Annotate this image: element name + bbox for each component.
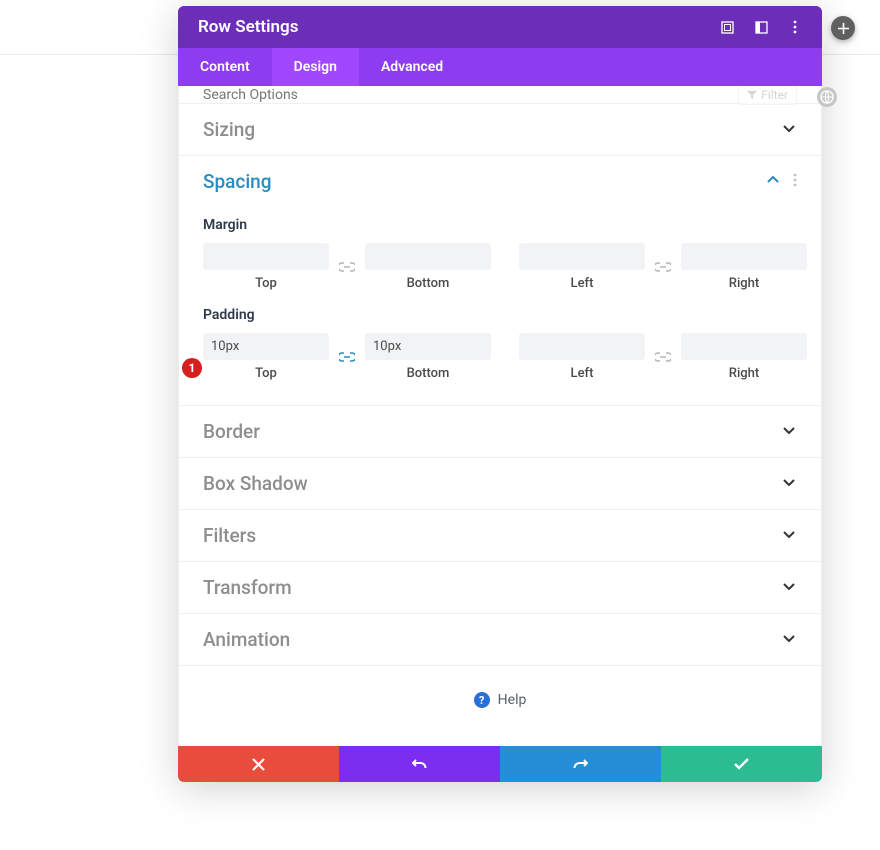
save-button[interactable]	[661, 746, 822, 782]
chevron-down-icon	[781, 630, 797, 650]
globe-icon	[820, 90, 834, 104]
search-bar: Filter	[179, 86, 821, 104]
close-icon	[252, 758, 265, 771]
side-label: Bottom	[407, 366, 450, 381]
tab-bar: Content Design Advanced	[178, 48, 822, 86]
section-title: Sizing	[203, 118, 255, 141]
header-actions	[720, 20, 802, 34]
row-settings-modal: Row Settings Content Design Advanced Fil…	[178, 6, 822, 782]
section-box-shadow: Box Shadow	[179, 458, 821, 510]
filter-icon	[747, 90, 757, 100]
expand-button[interactable]	[720, 20, 734, 34]
margin-right-input[interactable]	[681, 243, 807, 270]
side-label: Top	[255, 366, 277, 381]
section-header-box-shadow[interactable]: Box Shadow	[179, 458, 821, 509]
side-label: Right	[729, 366, 759, 381]
section-header-border[interactable]: Border	[179, 406, 821, 457]
padding-top-input[interactable]	[203, 333, 329, 360]
section-title: Border	[203, 420, 260, 443]
chevron-down-icon	[781, 422, 797, 442]
padding-right-input[interactable]	[681, 333, 807, 360]
section-sizing: Sizing	[179, 104, 821, 156]
undo-icon	[412, 757, 427, 772]
tab-content[interactable]: Content	[178, 48, 272, 86]
section-menu-button[interactable]	[793, 172, 797, 191]
link-toggle-padding-lr[interactable]	[655, 347, 671, 367]
chevron-down-icon	[781, 578, 797, 598]
section-border: Border	[179, 406, 821, 458]
check-icon	[734, 758, 749, 770]
link-icon	[339, 262, 355, 272]
link-toggle-padding-tb[interactable]	[339, 347, 355, 367]
chevron-down-icon	[781, 120, 797, 140]
section-transform: Transform	[179, 562, 821, 614]
snap-left-icon	[755, 21, 768, 34]
margin-top-input[interactable]	[203, 243, 329, 270]
link-toggle-margin-tb[interactable]	[339, 257, 355, 277]
spacing-body: Margin Top Bottom Left	[179, 207, 821, 405]
padding-label: Padding	[203, 307, 797, 323]
content-scroll-area[interactable]: Filter Sizing Spacing Margin	[178, 86, 822, 746]
side-label: Left	[571, 276, 594, 291]
help-button[interactable]: ? Help	[179, 666, 821, 730]
dots-vertical-icon	[793, 20, 797, 34]
link-icon	[655, 262, 671, 272]
link-icon	[339, 352, 355, 362]
side-label: Bottom	[407, 276, 450, 291]
dots-vertical-icon	[793, 173, 797, 187]
floating-add-button[interactable]	[831, 16, 855, 40]
expand-icon	[721, 21, 734, 34]
modal-header: Row Settings	[178, 6, 822, 48]
section-header-spacing[interactable]: Spacing	[179, 156, 821, 207]
tab-design[interactable]: Design	[272, 48, 359, 86]
section-title: Box Shadow	[203, 472, 308, 495]
undo-button[interactable]	[339, 746, 500, 782]
section-filters: Filters	[179, 510, 821, 562]
side-label: Top	[255, 276, 277, 291]
chevron-down-icon	[781, 474, 797, 494]
padding-bottom-input[interactable]	[365, 333, 491, 360]
section-header-transform[interactable]: Transform	[179, 562, 821, 613]
chevron-up-icon	[765, 172, 781, 192]
chevron-down-icon	[781, 526, 797, 546]
search-input[interactable]	[203, 87, 403, 103]
plus-icon	[838, 23, 849, 34]
section-title: Transform	[203, 576, 292, 599]
margin-left-input[interactable]	[519, 243, 645, 270]
tab-advanced[interactable]: Advanced	[359, 48, 465, 86]
section-header-sizing[interactable]: Sizing	[179, 104, 821, 155]
section-header-animation[interactable]: Animation	[179, 614, 821, 665]
margin-label: Margin	[203, 217, 797, 233]
padding-row: Top Bottom Left Right	[203, 333, 797, 381]
snap-button[interactable]	[754, 20, 768, 34]
modal-menu-button[interactable]	[788, 20, 802, 34]
help-icon: ?	[474, 692, 490, 708]
cancel-button[interactable]	[178, 746, 339, 782]
section-title: Spacing	[203, 170, 272, 193]
annotation-badge-1: 1	[182, 358, 202, 378]
section-title: Animation	[203, 628, 290, 651]
globe-badge[interactable]	[817, 87, 837, 107]
section-header-filters[interactable]: Filters	[179, 510, 821, 561]
margin-row: Top Bottom Left Right	[203, 243, 797, 291]
footer-actions	[178, 746, 822, 782]
side-label: Right	[729, 276, 759, 291]
help-label: Help	[498, 692, 527, 708]
side-label: Left	[571, 366, 594, 381]
redo-icon	[573, 757, 588, 772]
modal-title: Row Settings	[198, 17, 298, 37]
section-animation: Animation	[179, 614, 821, 666]
section-spacing: Spacing Margin Top Bottom	[179, 156, 821, 406]
filter-label: Filter	[761, 88, 788, 102]
filter-button[interactable]: Filter	[738, 86, 797, 105]
section-title: Filters	[203, 524, 256, 547]
link-icon	[655, 352, 671, 362]
margin-bottom-input[interactable]	[365, 243, 491, 270]
padding-left-input[interactable]	[519, 333, 645, 360]
redo-button[interactable]	[500, 746, 661, 782]
link-toggle-margin-lr[interactable]	[655, 257, 671, 277]
